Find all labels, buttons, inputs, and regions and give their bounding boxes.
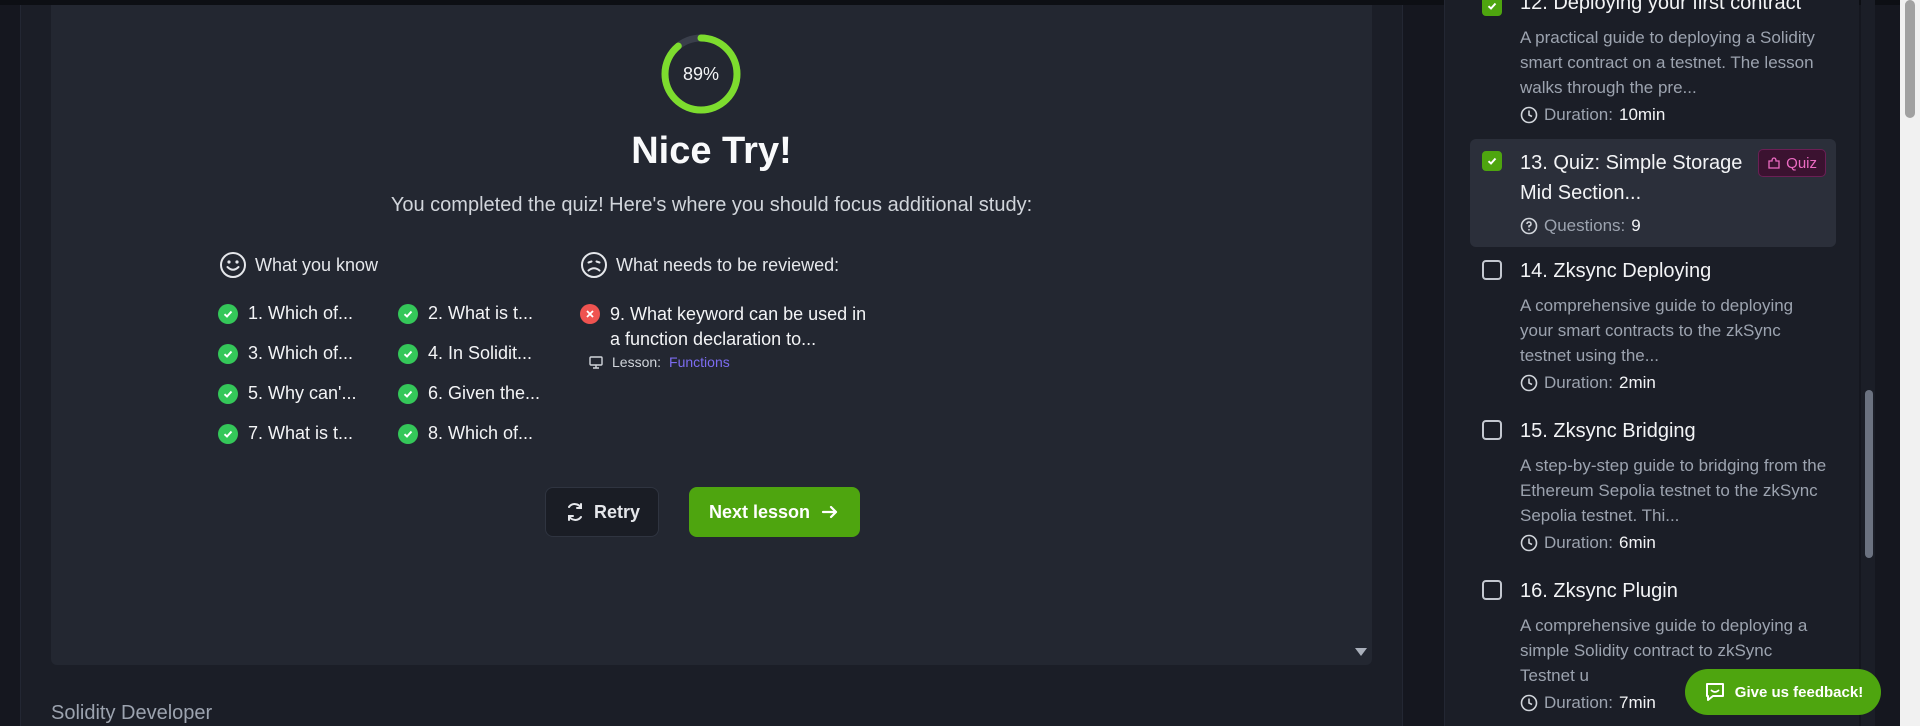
- lesson-title: 12. Deploying your first contract: [1520, 0, 1802, 14]
- duration-value: 7min: [1618, 693, 1656, 712]
- lesson-description: A step-by-step guide to bridging from th…: [1520, 456, 1827, 525]
- known-question-item[interactable]: 7. What is t...: [218, 423, 353, 444]
- arrow-right-icon: [821, 505, 838, 519]
- page-scrollbar-thumb[interactable]: [1905, 0, 1915, 118]
- lesson-description: A practical guide to deploying a Solidit…: [1520, 28, 1815, 97]
- lesson-duration: Duration: 10min: [1520, 105, 1665, 125]
- know-heading: What you know: [219, 251, 378, 279]
- check-circle-icon: [218, 423, 238, 444]
- lesson-description: A comprehensive guide to deploying your …: [1520, 296, 1794, 365]
- check-circle-icon: [218, 303, 238, 324]
- lesson-checkbox[interactable]: [1482, 0, 1502, 16]
- next-lesson-button[interactable]: Next lesson: [689, 487, 860, 537]
- known-question-label: 8. Which of...: [428, 423, 534, 443]
- check-circle-icon: [398, 303, 418, 324]
- lesson-duration: Duration: 7min: [1520, 693, 1656, 713]
- lesson-title: 13. Quiz: Simple Storage Mid Section...: [1520, 152, 1743, 204]
- next-lesson-label: Next lesson: [708, 501, 811, 522]
- known-question-label: 5. Why can'...: [248, 383, 357, 403]
- lesson-duration: Duration: 6min: [1520, 533, 1656, 553]
- known-question-item[interactable]: 8. Which of...: [398, 423, 533, 444]
- lesson-title: 14. Zksync Deploying: [1520, 260, 1712, 282]
- lesson-checkbox[interactable]: [1482, 260, 1502, 280]
- lesson-item-12[interactable]: 12. Deploying your first contract A prac…: [1470, 0, 1836, 138]
- known-question-label: 2. What is t...: [428, 303, 534, 323]
- card-scroll-down-icon[interactable]: [1355, 648, 1367, 656]
- check-circle-icon: [218, 383, 238, 404]
- refresh-icon: [567, 503, 582, 521]
- check-circle-icon: [218, 343, 238, 364]
- puzzle-icon: [1768, 157, 1780, 169]
- x-circle-icon: [580, 304, 600, 324]
- questions-label: Questions:: [1544, 216, 1626, 235]
- clock-icon: [1520, 534, 1538, 552]
- lesson-questions: Questions: 9: [1520, 216, 1641, 236]
- lesson-title: 15. Zksync Bridging: [1520, 420, 1696, 442]
- quiz-result-title: Nice Try!: [631, 130, 792, 172]
- lesson-link-functions[interactable]: Functions: [669, 354, 730, 370]
- feedback-label: Give us feedback!: [1734, 683, 1864, 701]
- lesson-checkbox[interactable]: [1482, 420, 1502, 440]
- sidebar-scrollbar-thumb[interactable]: [1865, 390, 1873, 558]
- known-question-item[interactable]: 4. In Solidit...: [398, 343, 532, 364]
- question-bubble-icon: [1520, 217, 1538, 235]
- clock-icon: [1520, 374, 1538, 392]
- chat-smile-icon: [1705, 683, 1724, 701]
- lesson-item-13[interactable]: 13. Quiz: Simple Storage Mid Section... …: [1470, 139, 1836, 247]
- review-heading: What needs to be reviewed:: [580, 251, 839, 279]
- known-question-label: 7. What is t...: [248, 423, 354, 443]
- duration-value: 2min: [1618, 373, 1656, 392]
- lesson-item-15[interactable]: 15. Zksync Bridging A step-by-step guide…: [1470, 416, 1836, 566]
- sidebar-scrollbar[interactable]: [1861, 0, 1875, 726]
- feedback-button[interactable]: Give us feedback!: [1685, 669, 1881, 715]
- known-question-item[interactable]: 1. Which of...: [218, 303, 353, 324]
- known-question-label: 3. Which of...: [248, 343, 354, 363]
- clock-icon: [1520, 106, 1538, 124]
- course-name: Solidity Developer: [51, 702, 213, 724]
- lesson-checkbox[interactable]: [1482, 580, 1502, 600]
- lesson-title: 16. Zksync Plugin: [1520, 580, 1678, 602]
- duration-label: Duration:: [1544, 105, 1613, 124]
- review-question-label: 9. What keyword can be used in a functio…: [610, 304, 867, 349]
- check-circle-icon: [398, 343, 418, 364]
- check-circle-icon: [398, 423, 418, 444]
- known-question-label: 4. In Solidit...: [428, 343, 533, 363]
- lesson-duration: Duration: 2min: [1520, 373, 1656, 393]
- known-question-label: 6. Given the...: [428, 383, 541, 403]
- known-question-item[interactable]: 3. Which of...: [218, 343, 353, 364]
- clock-icon: [1520, 694, 1538, 712]
- duration-label: Duration:: [1544, 693, 1613, 712]
- duration-label: Duration:: [1544, 373, 1613, 392]
- quiz-badge: Quiz: [1758, 149, 1826, 177]
- known-question-item[interactable]: 6. Given the...: [398, 383, 540, 404]
- know-heading-label: What you know: [255, 254, 379, 275]
- known-question-label: 1. Which of...: [248, 303, 354, 323]
- known-question-item[interactable]: 2. What is t...: [398, 303, 533, 324]
- retry-button[interactable]: Retry: [545, 487, 659, 537]
- lesson-checkbox[interactable]: [1482, 151, 1502, 171]
- score-percentage: 89%: [682, 63, 720, 84]
- review-heading-label: What needs to be reviewed:: [616, 254, 840, 275]
- lesson-prefix: Lesson:: [612, 354, 662, 370]
- review-question-item[interactable]: 9. What keyword can be used in a functio…: [580, 302, 880, 370]
- frown-icon: [581, 252, 607, 278]
- questions-value: 9: [1631, 216, 1641, 235]
- smile-icon: [220, 252, 246, 278]
- known-question-item[interactable]: 5. Why can'...: [218, 383, 356, 404]
- retry-label: Retry: [593, 501, 641, 522]
- duration-label: Duration:: [1544, 533, 1613, 552]
- quiz-result-subtitle: You completed the quiz! Here's where you…: [390, 194, 1033, 216]
- duration-value: 6min: [1618, 533, 1656, 552]
- review-lesson-ref: Lesson: Functions: [588, 354, 880, 370]
- lesson-item-14[interactable]: 14. Zksync Deploying A comprehensive gui…: [1470, 256, 1836, 406]
- duration-value: 10min: [1618, 105, 1666, 124]
- quiz-badge-label: Quiz: [1786, 154, 1817, 172]
- check-circle-icon: [398, 383, 418, 404]
- monitor-icon: [589, 356, 603, 369]
